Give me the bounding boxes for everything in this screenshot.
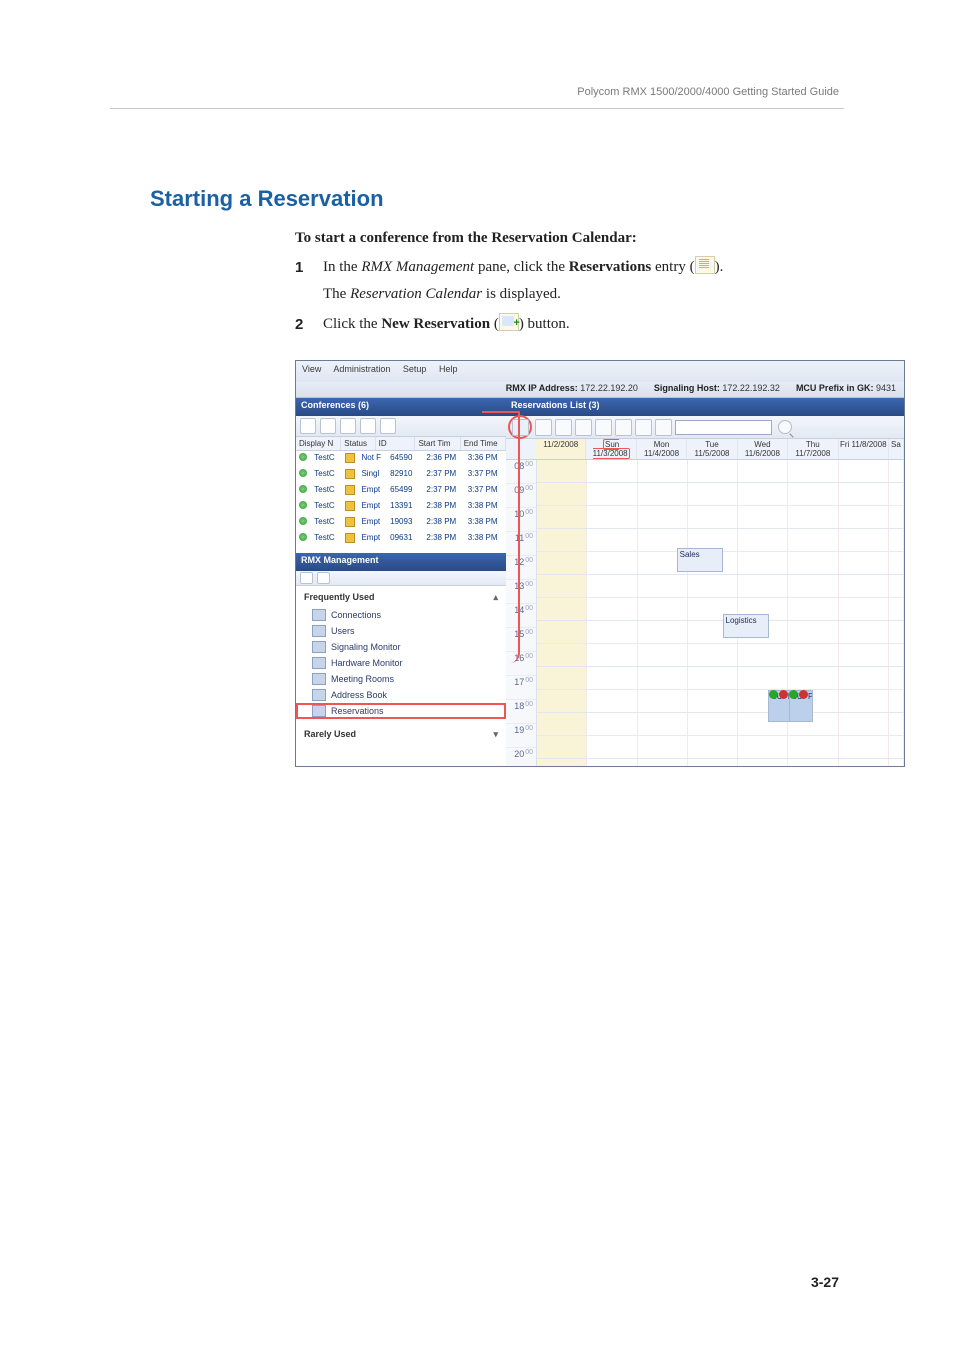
page-title: Starting a Reservation	[150, 186, 384, 212]
reservations-header: Reservations List (3)	[506, 398, 904, 416]
calendar-toolbar[interactable]	[506, 416, 904, 439]
toolbar-button[interactable]	[317, 572, 330, 584]
toolbar-button[interactable]	[655, 419, 672, 436]
menu-help[interactable]: Help	[439, 364, 458, 374]
menu-setup[interactable]: Setup	[403, 364, 427, 374]
toolbar-button[interactable]	[340, 418, 356, 434]
table-row[interactable]: TestCEmpt133912:38 PM3:38 PM	[296, 499, 506, 515]
users-icon	[312, 625, 326, 637]
step-1: 1 In the RMX Management pane, click the …	[295, 256, 839, 279]
step-number: 1	[295, 256, 323, 279]
conferences-header: Conferences (6)	[296, 398, 506, 416]
day-col[interactable]: Mon 11/4/2008	[637, 439, 687, 459]
nav-reservations[interactable]: Reservations	[296, 703, 506, 719]
toolbar-button[interactable]	[555, 419, 572, 436]
mcu-info: MCU Prefix in GK: 9431	[788, 382, 904, 397]
table-row[interactable]: TestCEmpt190932:38 PM3:38 PM	[296, 515, 506, 531]
toolbar-button[interactable]	[615, 419, 632, 436]
sig-info: Signaling Host: 172.22.192.32	[646, 382, 788, 397]
mgmt-toolbar[interactable]	[296, 571, 506, 586]
event-sales[interactable]: Sales	[677, 548, 723, 572]
event-badges	[768, 690, 808, 699]
table-row[interactable]: TestCEmpt654992:37 PM3:37 PM	[296, 483, 506, 499]
ip-info: RMX IP Address: 172.22.192.20	[498, 382, 646, 397]
app-window: View Administration Setup Help RMX IP Ad…	[295, 360, 905, 767]
step-1-result: The Reservation Calendar is displayed.	[323, 283, 839, 306]
meeting-rooms-icon	[312, 673, 326, 685]
page-number: 3-27	[811, 1274, 839, 1290]
step-2: 2 Click the New Reservation () button.	[295, 313, 839, 336]
callout-connector	[482, 411, 520, 663]
mgmt-body: Frequently Used▴ Connections Users Signa…	[296, 586, 506, 767]
toolbar-button[interactable]	[635, 419, 652, 436]
new-reservation-icon	[499, 313, 519, 331]
running-header: Polycom RMX 1500/2000/4000 Getting Start…	[577, 86, 839, 98]
table-row[interactable]: TestCSingl829102:37 PM3:37 PM	[296, 467, 506, 483]
steps: 1 In the RMX Management pane, click the …	[295, 256, 839, 340]
search-icon[interactable]	[778, 420, 792, 434]
status-strip: RMX IP Address: 172.22.192.20 Signaling …	[296, 382, 904, 398]
calendar-grid[interactable]: Sales Logistics SUPPORT SUPPORT	[537, 460, 904, 767]
reservations-icon	[695, 256, 715, 274]
toolbar-button[interactable]	[300, 572, 313, 584]
reservations-nav-icon	[312, 705, 326, 717]
toolbar-button[interactable]	[595, 419, 612, 436]
toolbar-button[interactable]	[300, 418, 316, 434]
header-rule	[110, 108, 844, 109]
day-col[interactable]: Fri 11/8/2008	[839, 439, 889, 459]
day-col[interactable]: Sa	[889, 439, 904, 459]
nav-signaling-monitor[interactable]: Signaling Monitor	[296, 639, 506, 655]
procedure-heading: To start a conference from the Reservati…	[295, 230, 637, 247]
day-col[interactable]: Thu 11/7/2008	[788, 439, 838, 459]
conf-table-body: TestCNot F645902:36 PM3:36 PMTestCSingl8…	[296, 451, 506, 547]
calendar-body[interactable]: 0800090010001100120013001400150016001700…	[506, 460, 904, 767]
menu-view[interactable]: View	[302, 364, 321, 374]
step-text: In the RMX Management pane, click the Re…	[323, 256, 839, 279]
mgmt-header: RMX Management	[296, 553, 506, 571]
expand-icon[interactable]: ▾	[493, 729, 498, 740]
table-row[interactable]: TestCNot F645902:36 PM3:36 PM	[296, 451, 506, 467]
group-rarely-used[interactable]: Rarely Used▾	[296, 725, 506, 744]
calendar-day-header: 11/2/2008 Sun 11/3/2008 Mon 11/4/2008 Tu…	[506, 439, 904, 460]
signaling-icon	[312, 641, 326, 653]
nav-address-book[interactable]: Address Book	[296, 687, 506, 703]
connections-icon	[312, 609, 326, 621]
toolbar-button[interactable]	[535, 419, 552, 436]
toolbar-button[interactable]	[575, 419, 592, 436]
day-col[interactable]: Wed 11/6/2008	[738, 439, 788, 459]
conf-toolbar[interactable]	[296, 416, 506, 437]
conf-columns: Display N Status ID Start Tim End Time	[296, 437, 506, 451]
event-logistics[interactable]: Logistics	[723, 614, 769, 638]
menu-administration[interactable]: Administration	[333, 364, 390, 374]
day-col[interactable]: Tue 11/5/2008	[687, 439, 737, 459]
group-frequently-used[interactable]: Frequently Used▴	[296, 588, 506, 607]
table-row[interactable]: TestCEmpt096312:38 PM3:38 PM	[296, 531, 506, 547]
address-book-icon	[312, 689, 326, 701]
day-col[interactable]: Sun 11/3/2008	[586, 439, 636, 459]
step-number: 2	[295, 313, 323, 336]
nav-users[interactable]: Users	[296, 623, 506, 639]
calendar-input[interactable]	[675, 420, 772, 435]
hardware-icon	[312, 657, 326, 669]
toolbar-button[interactable]	[360, 418, 376, 434]
toolbar-button[interactable]	[320, 418, 336, 434]
menubar[interactable]: View Administration Setup Help	[296, 361, 904, 382]
nav-hardware-monitor[interactable]: Hardware Monitor	[296, 655, 506, 671]
day-col[interactable]: 11/2/2008	[536, 439, 586, 459]
step-text: Click the New Reservation () button.	[323, 313, 839, 336]
nav-connections[interactable]: Connections	[296, 607, 506, 623]
nav-meeting-rooms[interactable]: Meeting Rooms	[296, 671, 506, 687]
toolbar-button[interactable]	[380, 418, 396, 434]
